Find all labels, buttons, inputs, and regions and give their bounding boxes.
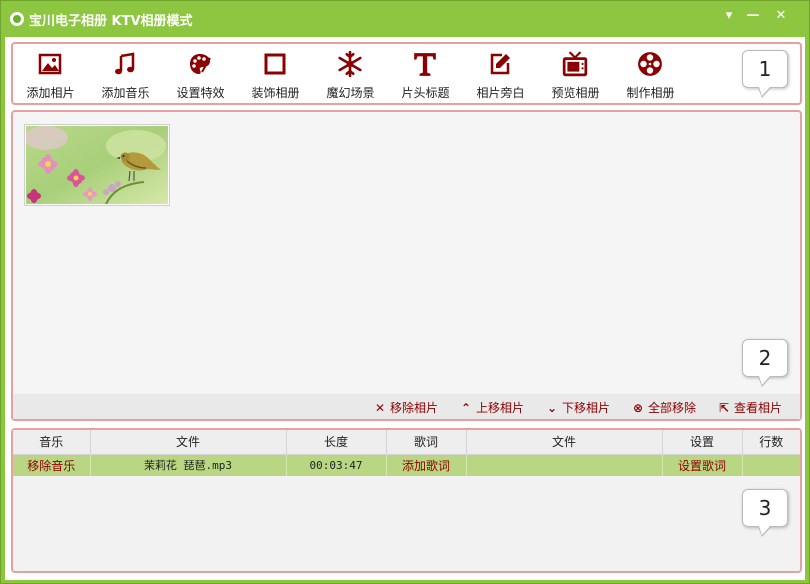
add-photo-icon xyxy=(35,50,65,78)
remove-photo-button[interactable]: ✕ 移除相片 xyxy=(373,399,438,416)
title-t-icon xyxy=(410,50,440,78)
frame-icon xyxy=(260,50,290,78)
remove-music-link[interactable]: 移除音乐 xyxy=(13,454,91,476)
music-note-icon xyxy=(110,50,140,78)
column-header-settings[interactable]: 设置 xyxy=(662,430,743,455)
music-file-cell: 茉莉花 琵琶.mp3 xyxy=(90,454,287,476)
close-button[interactable]: ✕ xyxy=(770,7,792,25)
remove-all-label: 全部移除 xyxy=(648,401,697,415)
move-up-label: 上移相片 xyxy=(476,401,525,415)
set-effects-button[interactable]: 设置特效 xyxy=(163,44,238,103)
move-down-button[interactable]: ⌄ 下移相片 xyxy=(545,399,610,416)
tv-icon xyxy=(560,50,590,78)
toolbar: 添加相片 添加音乐 设置特效 装饰相册 魔幻场景 片头标题 相片旁白 预览相册 … xyxy=(13,44,688,104)
menu-dropdown-button[interactable]: ▾ xyxy=(718,7,740,25)
external-link-icon: ⇱ xyxy=(718,401,730,415)
column-header-length[interactable]: 长度 xyxy=(286,430,387,455)
add-photo-button[interactable]: 添加相片 xyxy=(13,44,88,103)
palette-icon xyxy=(185,50,215,78)
set-effects-label: 设置特效 xyxy=(176,86,225,100)
opening-title-button[interactable]: 片头标题 xyxy=(388,44,463,103)
decorate-album-label: 装饰相册 xyxy=(251,86,300,100)
remove-all-button[interactable]: ⊗ 全部移除 xyxy=(631,399,696,416)
chevron-down-icon: ⌄ xyxy=(546,401,558,415)
snowflake-icon xyxy=(335,50,365,78)
photo-panel: 2 ✕ 移除相片 ⌃ 上移相片 ⌄ 下移相片 ⊗ 全部移除 ⇱ 查看相片 xyxy=(11,110,802,421)
music-table: 音乐 文件 长度 歌词 文件 设置 行数 移除音乐 茉莉花 琵琶.mp3 00:… xyxy=(13,430,800,476)
add-music-label: 添加音乐 xyxy=(101,86,150,100)
callout-3: 3 xyxy=(742,489,788,537)
title-bar[interactable]: 宝川电子相册 KTV相册模式 ▾ — ✕ xyxy=(1,1,809,35)
music-length-cell: 00:03:47 xyxy=(286,454,387,476)
view-photo-button[interactable]: ⇱ 查看相片 xyxy=(717,399,782,416)
x-icon: ✕ xyxy=(374,401,386,415)
table-row[interactable]: 移除音乐 茉莉花 琵琶.mp3 00:03:47 添加歌词 设置歌词 xyxy=(13,454,800,476)
film-reel-icon xyxy=(635,50,665,78)
app-logo-icon xyxy=(10,12,24,26)
main-area: 添加相片 添加音乐 设置特效 装饰相册 魔幻场景 片头标题 相片旁白 预览相册 … xyxy=(5,37,805,580)
magic-scene-label: 魔幻场景 xyxy=(326,86,375,100)
app-window: 宝川电子相册 KTV相册模式 ▾ — ✕ 添加相片 添加音乐 设置特效 装饰相册… xyxy=(0,0,810,584)
music-panel: 音乐 文件 长度 歌词 文件 设置 行数 移除音乐 茉莉花 琵琶.mp3 00:… xyxy=(11,428,802,573)
callout-1: 1 xyxy=(742,50,788,98)
table-header-row: 音乐 文件 长度 歌词 文件 设置 行数 xyxy=(13,430,800,455)
photo-narration-label: 相片旁白 xyxy=(476,86,525,100)
add-music-button[interactable]: 添加音乐 xyxy=(88,44,163,103)
photo-narration-button[interactable]: 相片旁白 xyxy=(463,44,538,103)
preview-album-button[interactable]: 预览相册 xyxy=(538,44,613,103)
lyrics-file-cell xyxy=(466,454,663,476)
magic-scene-button[interactable]: 魔幻场景 xyxy=(313,44,388,103)
add-lyrics-link[interactable]: 添加歌词 xyxy=(386,454,467,476)
remove-photo-label: 移除相片 xyxy=(390,401,439,415)
column-header-file[interactable]: 文件 xyxy=(90,430,287,455)
flowers-bird-thumbnail xyxy=(24,126,168,205)
set-lyrics-link[interactable]: 设置歌词 xyxy=(662,454,743,476)
view-photo-label: 查看相片 xyxy=(734,401,783,415)
move-up-button[interactable]: ⌃ 上移相片 xyxy=(459,399,524,416)
circle-x-icon: ⊗ xyxy=(632,401,644,415)
edit-note-icon xyxy=(485,50,515,78)
decorate-album-button[interactable]: 装饰相册 xyxy=(238,44,313,103)
window-title: 宝川电子相册 KTV相册模式 xyxy=(29,14,193,29)
column-header-lines[interactable]: 行数 xyxy=(742,430,800,455)
move-down-label: 下移相片 xyxy=(562,401,611,415)
column-header-lyrics-file[interactable]: 文件 xyxy=(466,430,663,455)
callout-2: 2 xyxy=(742,339,788,387)
opening-title-label: 片头标题 xyxy=(401,86,450,100)
minimize-button[interactable]: — xyxy=(742,7,764,25)
lines-cell xyxy=(742,454,800,476)
photo-action-bar: ✕ 移除相片 ⌃ 上移相片 ⌄ 下移相片 ⊗ 全部移除 ⇱ 查看相片 xyxy=(13,394,800,419)
preview-album-label: 预览相册 xyxy=(551,86,600,100)
photo-thumbnail[interactable] xyxy=(24,124,170,206)
make-album-button[interactable]: 制作相册 xyxy=(613,44,688,103)
column-header-lyrics[interactable]: 歌词 xyxy=(386,430,467,455)
chevron-up-icon: ⌃ xyxy=(460,401,472,415)
toolbar-panel: 添加相片 添加音乐 设置特效 装饰相册 魔幻场景 片头标题 相片旁白 预览相册 … xyxy=(11,42,802,105)
make-album-label: 制作相册 xyxy=(626,86,675,100)
column-header-music[interactable]: 音乐 xyxy=(13,430,91,455)
add-photo-label: 添加相片 xyxy=(26,86,75,100)
